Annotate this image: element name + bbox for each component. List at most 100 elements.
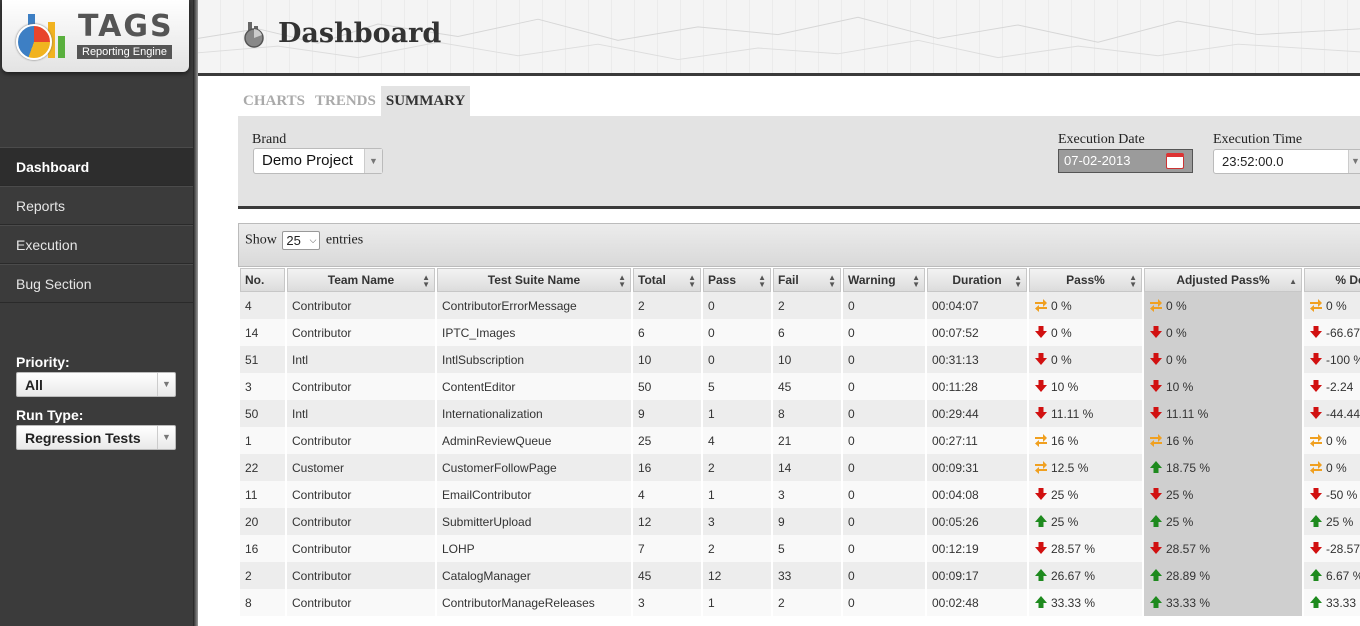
- cell-delta-pct: -2.24: [1304, 373, 1360, 400]
- arrow-up-icon: [1310, 515, 1322, 527]
- priority-select[interactable]: All ▼: [16, 372, 176, 397]
- app-logo[interactable]: TAGS Reporting Engine: [2, 0, 189, 72]
- tab-summary[interactable]: SUMMARY: [380, 86, 471, 116]
- cell-no: 8: [240, 589, 285, 616]
- cell-team-name: Contributor: [287, 535, 435, 562]
- cell-pass-pct: 0 %: [1029, 319, 1142, 346]
- cell-total: 9: [633, 400, 701, 427]
- arrow-down-icon: [1310, 380, 1322, 392]
- no-change-arrows-icon: [1035, 434, 1047, 447]
- tab-charts[interactable]: CHARTS: [238, 86, 310, 116]
- cell-warning: 0: [843, 427, 925, 454]
- column-header-delta-pct[interactable]: % Delta: [1304, 268, 1360, 292]
- run-type-select[interactable]: Regression Tests ▼: [16, 425, 176, 450]
- run-type-label: Run Type:: [16, 407, 84, 423]
- dashboard-gauge-icon: [244, 22, 264, 48]
- no-change-arrows-icon: [1150, 434, 1162, 447]
- column-header-warning[interactable]: Warning ▲ ▼: [843, 268, 925, 292]
- cell-test-suite-name: Internationalization: [437, 400, 631, 427]
- cell-fail: 10: [773, 346, 841, 373]
- sidebar-item-execution[interactable]: Execution: [0, 225, 193, 264]
- cell-delta-pct: 0 %: [1304, 454, 1360, 481]
- column-header-adjusted-pass-pct[interactable]: Adjusted Pass% ▲: [1144, 268, 1302, 292]
- summary-table: No. Team Name ▲ ▼ Test Suite Name ▲ ▼ Total ▲…: [238, 268, 1360, 616]
- arrow-down-icon: [1035, 542, 1047, 554]
- table-row[interactable]: 8 Contributor ContributorManageReleases 3 1 2…: [240, 589, 1360, 616]
- table-row[interactable]: 1 Contributor AdminReviewQueue 25 4 21 0 00:27:…: [240, 427, 1360, 454]
- cell-test-suite-name: ContributorManageReleases: [437, 589, 631, 616]
- cell-pass: 0: [703, 346, 771, 373]
- cell-pass-pct: 12.5 %: [1029, 454, 1142, 481]
- chevron-down-icon: ⌵: [309, 235, 317, 245]
- table-row[interactable]: 22 Customer CustomerFollowPage 16 2 14 0 00:09:…: [240, 454, 1360, 481]
- pass-pct-value: 16 %: [1051, 434, 1079, 448]
- column-label: Warning: [848, 273, 896, 287]
- sidebar-divider: [193, 0, 198, 626]
- table-row[interactable]: 2 Contributor CatalogManager 45 12 33 0 00:09:1…: [240, 562, 1360, 589]
- cell-delta-pct: 25 %: [1304, 508, 1360, 535]
- execution-time-select[interactable]: 23:52:00.0 ▼: [1213, 149, 1360, 174]
- table-row[interactable]: 3 Contributor ContentEditor 50 5 45 0 00:11:28 1…: [240, 373, 1360, 400]
- cell-fail: 33: [773, 562, 841, 589]
- cell-warning: 0: [843, 535, 925, 562]
- sort-icon: ▲ ▼: [758, 273, 766, 289]
- column-header-no[interactable]: No.: [240, 268, 285, 292]
- cell-duration: 00:31:13: [927, 346, 1027, 373]
- chevron-down-icon: ▼: [1348, 150, 1360, 173]
- sidebar-item-reports[interactable]: Reports: [0, 186, 193, 225]
- execution-time-value: 23:52:00.0: [1222, 154, 1284, 169]
- sidebar-item-bug-section[interactable]: Bug Section: [0, 264, 193, 303]
- table-row[interactable]: 11 Contributor EmailContributor 4 1 3 0 00:04:0…: [240, 481, 1360, 508]
- sidebar-item-dashboard[interactable]: Dashboard: [0, 147, 193, 186]
- table-row[interactable]: 50 Intl Internationalization 9 1 8 0 00:29:44 11…: [240, 400, 1360, 427]
- cell-pass: 1: [703, 481, 771, 508]
- pass-pct-value: 25 %: [1051, 515, 1079, 529]
- column-header-test-suite-name[interactable]: Test Suite Name ▲ ▼: [437, 268, 631, 292]
- table-row[interactable]: 20 Contributor SubmitterUpload 12 3 9 0 00:05:2…: [240, 508, 1360, 535]
- brand-select[interactable]: Demo Project ▼: [253, 148, 383, 174]
- cell-adjusted-pass-pct: 0 %: [1144, 292, 1302, 319]
- cell-adjusted-pass-pct: 25 %: [1144, 481, 1302, 508]
- priority-label: Priority:: [16, 354, 70, 370]
- table-row[interactable]: 4 Contributor ContributorErrorMessage 2 0 2 0 0…: [240, 292, 1360, 319]
- cell-total: 7: [633, 535, 701, 562]
- cell-pass-pct: 16 %: [1029, 427, 1142, 454]
- table-toolbar: Show 25 ⌵ entries: [238, 223, 1360, 267]
- cell-adjusted-pass-pct: 11.11 %: [1144, 400, 1302, 427]
- cell-delta-pct: 6.67 %: [1304, 562, 1360, 589]
- adjusted-pass-pct-value: 10 %: [1166, 380, 1194, 394]
- cell-adjusted-pass-pct: 18.75 %: [1144, 454, 1302, 481]
- cell-warning: 0: [843, 373, 925, 400]
- sort-icon: ▲ ▼: [828, 273, 836, 289]
- cell-pass: 0: [703, 292, 771, 319]
- column-header-pass[interactable]: Pass ▲ ▼: [703, 268, 771, 292]
- column-header-duration[interactable]: Duration ▲ ▼: [927, 268, 1027, 292]
- table-row[interactable]: 51 Intl IntlSubscription 10 0 10 0 00:31:13 0 % 0…: [240, 346, 1360, 373]
- adjusted-pass-pct-value: 33.33 %: [1166, 596, 1211, 610]
- cell-total: 16: [633, 454, 701, 481]
- cell-test-suite-name: EmailContributor: [437, 481, 631, 508]
- cell-duration: 00:09:31: [927, 454, 1027, 481]
- cell-delta-pct: -100 %: [1304, 346, 1360, 373]
- no-change-arrows-icon: [1310, 299, 1322, 312]
- cell-pass-pct: 0 %: [1029, 346, 1142, 373]
- cell-duration: 00:11:28: [927, 373, 1027, 400]
- column-label: Duration: [952, 273, 1002, 287]
- cell-adjusted-pass-pct: 10 %: [1144, 373, 1302, 400]
- cell-test-suite-name: ContributorErrorMessage: [437, 292, 631, 319]
- table-row[interactable]: 14 Contributor IPTC_Images 6 0 6 0 00:07:52 0 % 0…: [240, 319, 1360, 346]
- cell-total: 25: [633, 427, 701, 454]
- column-header-pass-pct[interactable]: Pass% ▲ ▼: [1029, 268, 1142, 292]
- cell-no: 3: [240, 373, 285, 400]
- execution-date-input[interactable]: 07-02-2013: [1058, 149, 1193, 173]
- column-header-team-name[interactable]: Team Name ▲ ▼: [287, 268, 435, 292]
- column-header-total[interactable]: Total ▲ ▼: [633, 268, 701, 292]
- pass-pct-value: 12.5 %: [1051, 461, 1089, 475]
- calendar-icon[interactable]: [1166, 153, 1184, 169]
- tab-trends[interactable]: TRENDS: [310, 86, 381, 116]
- page-length-select[interactable]: 25 ⌵: [282, 231, 321, 250]
- table-row[interactable]: 16 Contributor LOHP 7 2 5 0 00:12:19 28.57 % 28.5…: [240, 535, 1360, 562]
- column-header-fail[interactable]: Fail ▲ ▼: [773, 268, 841, 292]
- page-title: Dashboard: [278, 18, 442, 49]
- cell-team-name: Contributor: [287, 562, 435, 589]
